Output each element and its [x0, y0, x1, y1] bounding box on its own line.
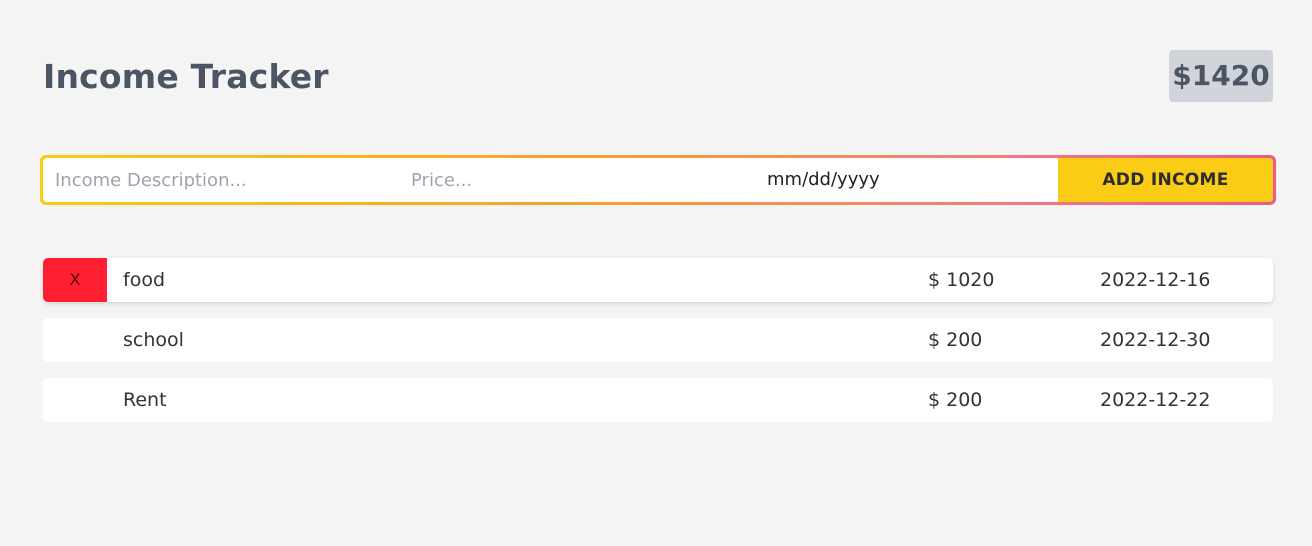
- income-price: $ 1020: [928, 269, 995, 291]
- income-description: food: [123, 269, 165, 291]
- date-placeholder: mm/dd/yyyy: [767, 169, 880, 190]
- page-title: Income Tracker: [43, 57, 329, 96]
- income-row[interactable]: Rent $ 200 2022-12-22: [43, 378, 1273, 422]
- income-price: $ 200: [928, 389, 983, 411]
- date-input[interactable]: mm/dd/yyyy: [767, 158, 987, 202]
- price-input[interactable]: [411, 158, 751, 202]
- income-date: 2022-12-16: [1100, 269, 1211, 291]
- add-income-form-inner: mm/dd/yyyy ADD INCOME: [43, 158, 1273, 202]
- total-income-badge: $1420: [1169, 50, 1273, 102]
- income-price: $ 200: [928, 329, 983, 351]
- income-description-input[interactable]: [55, 158, 395, 202]
- income-tracker-page: Income Tracker $1420 mm/dd/yyyy ADD INCO…: [0, 0, 1312, 546]
- income-list: X food $ 1020 2022-12-16 school $ 200 20…: [43, 258, 1273, 438]
- income-description: Rent: [123, 389, 167, 411]
- income-date: 2022-12-30: [1100, 329, 1211, 351]
- income-description: school: [123, 329, 184, 351]
- income-row[interactable]: school $ 200 2022-12-30: [43, 318, 1273, 362]
- income-date: 2022-12-22: [1100, 389, 1211, 411]
- delete-income-button[interactable]: X: [43, 258, 107, 302]
- add-income-button[interactable]: ADD INCOME: [1058, 158, 1273, 202]
- income-row[interactable]: X food $ 1020 2022-12-16: [43, 258, 1273, 302]
- add-income-form: mm/dd/yyyy ADD INCOME: [40, 155, 1276, 205]
